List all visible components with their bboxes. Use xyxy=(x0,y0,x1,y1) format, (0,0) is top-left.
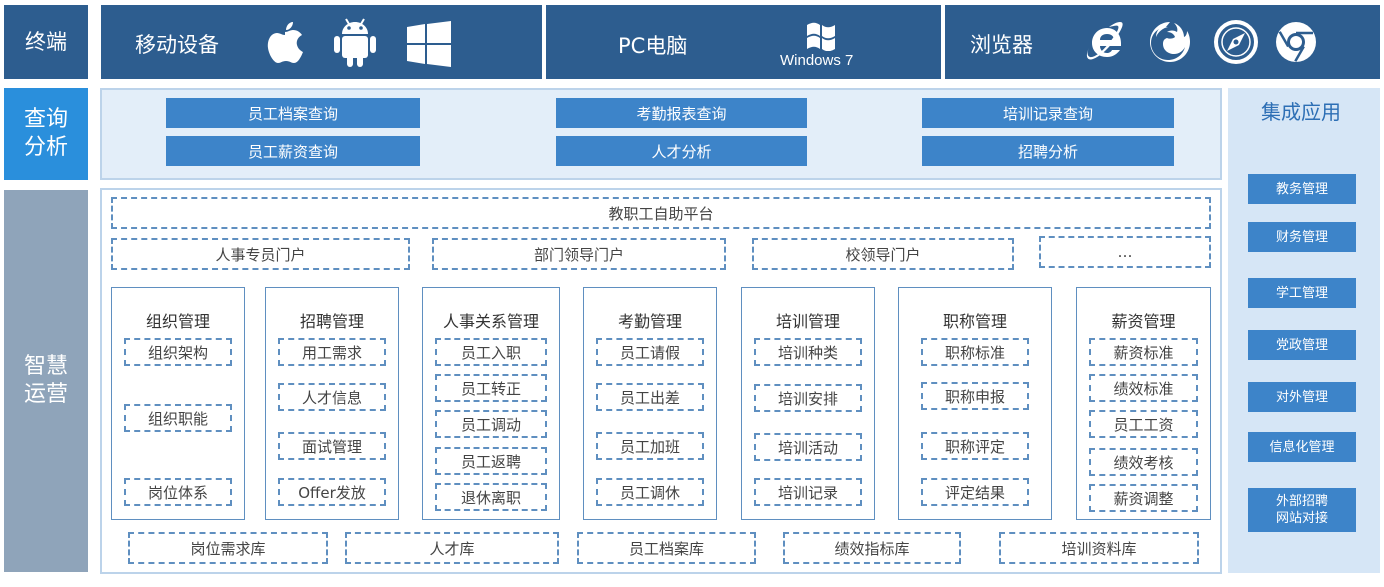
integration-it-management-button[interactable]: 信息化管理 xyxy=(1248,432,1356,462)
query-employee-archive-button[interactable]: 员工档案查询 xyxy=(166,98,420,128)
module-professional-title: 职称管理 职称标准 职称申报 职称评定 评定结果 xyxy=(898,287,1052,520)
module-item[interactable]: 面试管理 xyxy=(278,432,386,460)
module-item[interactable]: 绩效标准 xyxy=(1089,374,1198,402)
module-item[interactable]: 培训记录 xyxy=(754,478,862,506)
integration-title: 集成应用 xyxy=(1261,100,1341,124)
mobile-label: 移动设备 xyxy=(135,33,219,57)
module-item[interactable]: Offer发放 xyxy=(278,478,386,506)
module-item[interactable]: 员工调休 xyxy=(596,478,704,506)
portal-more[interactable]: … xyxy=(1039,236,1211,268)
integration-academic-affairs-button[interactable]: 教务管理 xyxy=(1248,174,1356,204)
query-label: 查询 分析 xyxy=(4,88,88,180)
module-item[interactable]: 人才信息 xyxy=(278,383,386,411)
module-title: 薪资管理 xyxy=(1111,312,1176,331)
module-item[interactable]: 员工工资 xyxy=(1089,410,1198,438)
module-training: 培训管理 培训种类 培训安排 培训活动 培训记录 xyxy=(741,287,875,520)
query-recruitment-analysis-button[interactable]: 招聘分析 xyxy=(922,136,1174,166)
module-item[interactable]: 薪资调整 xyxy=(1089,484,1198,512)
portal-department-leader[interactable]: 部门领导门户 xyxy=(432,238,726,270)
library-job-requirements[interactable]: 岗位需求库 xyxy=(128,532,328,564)
module-item[interactable]: 员工转正 xyxy=(435,374,547,402)
module-item[interactable]: 组织职能 xyxy=(124,404,232,432)
module-recruitment: 招聘管理 用工需求 人才信息 面试管理 Offer发放 xyxy=(265,287,399,520)
module-personnel-relations: 人事关系管理 员工入职 员工转正 员工调动 员工返聘 退休离职 xyxy=(422,287,560,520)
windows7-logo-icon xyxy=(807,22,835,51)
windows7-logo-text: Windows 7 xyxy=(780,52,854,69)
integration-external-affairs-button[interactable]: 对外管理 xyxy=(1248,382,1356,412)
module-title: 考勤管理 xyxy=(617,312,682,331)
ie-icon xyxy=(1086,22,1123,60)
module-item[interactable]: 员工入职 xyxy=(435,338,547,366)
terminal-label-text: 终端 xyxy=(25,30,67,54)
integration-student-affairs-button[interactable]: 学工管理 xyxy=(1248,278,1356,308)
module-item[interactable]: 薪资标准 xyxy=(1089,338,1198,366)
operations-label-line1: 智慧 xyxy=(23,354,68,379)
query-talent-analysis-button[interactable]: 人才分析 xyxy=(556,136,807,166)
query-label-line1: 查询 xyxy=(23,107,68,132)
module-attendance: 考勤管理 员工请假 员工出差 员工加班 员工调休 xyxy=(583,287,717,520)
query-employee-salary-button[interactable]: 员工薪资查询 xyxy=(166,136,420,166)
pc-label: PC电脑 xyxy=(618,34,688,58)
android-icon xyxy=(334,18,376,67)
module-item[interactable]: 职称申报 xyxy=(921,382,1029,410)
module-item[interactable]: 用工需求 xyxy=(278,338,386,366)
module-item[interactable]: 退休离职 xyxy=(435,483,547,511)
module-item[interactable]: 岗位体系 xyxy=(124,478,232,506)
module-item[interactable]: 员工出差 xyxy=(596,383,704,411)
module-item[interactable]: 组织架构 xyxy=(124,338,232,366)
browser-panel: 浏览器 xyxy=(945,5,1380,79)
operations-label-line2: 运营 xyxy=(23,382,68,407)
mobile-devices-panel: 移动设备 xyxy=(101,5,542,79)
module-organization: 组织管理 组织架构 组织职能 岗位体系 xyxy=(111,287,245,520)
library-employee-archive[interactable]: 员工档案库 xyxy=(577,532,756,564)
portal-school-leader[interactable]: 校领导门户 xyxy=(752,238,1014,270)
module-title: 组织管理 xyxy=(145,312,210,331)
query-attendance-report-button[interactable]: 考勤报表查询 xyxy=(556,98,807,128)
terminal-label: 终端 xyxy=(4,5,88,79)
portal-hr-specialist[interactable]: 人事专员门户 xyxy=(111,238,410,270)
library-talent[interactable]: 人才库 xyxy=(345,532,559,564)
module-item[interactable]: 培训活动 xyxy=(754,433,862,461)
integration-finance-button[interactable]: 财务管理 xyxy=(1248,222,1356,252)
chrome-icon xyxy=(1276,22,1316,62)
module-title: 人事关系管理 xyxy=(442,312,539,331)
module-title: 培训管理 xyxy=(775,312,840,331)
module-salary: 薪资管理 薪资标准 绩效标准 员工工资 绩效考核 薪资调整 xyxy=(1076,287,1211,520)
module-item[interactable]: 员工调动 xyxy=(435,410,547,438)
module-item[interactable]: 培训安排 xyxy=(754,384,862,412)
windows-icon xyxy=(407,21,451,67)
module-item[interactable]: 职称评定 xyxy=(921,432,1029,460)
safari-icon xyxy=(1214,20,1258,64)
module-item[interactable]: 员工返聘 xyxy=(435,447,547,475)
module-item[interactable]: 培训种类 xyxy=(754,338,862,366)
browser-label: 浏览器 xyxy=(970,33,1033,57)
integration-external-recruitment-button[interactable]: 外部招聘 网站对接 xyxy=(1248,488,1356,532)
query-label-line2: 分析 xyxy=(23,135,68,160)
module-item[interactable]: 员工请假 xyxy=(596,338,704,366)
module-item[interactable]: 员工加班 xyxy=(596,432,704,460)
module-item[interactable]: 职称标准 xyxy=(921,338,1029,366)
operations-label: 智慧 运营 xyxy=(4,190,88,572)
library-training-materials[interactable]: 培训资料库 xyxy=(999,532,1199,564)
pc-panel: PC电脑 Windows 7 xyxy=(546,5,941,79)
firefox-icon xyxy=(1150,22,1190,62)
apple-icon xyxy=(267,22,303,63)
module-title: 招聘管理 xyxy=(299,312,364,331)
library-performance-indicators[interactable]: 绩效指标库 xyxy=(783,532,961,564)
staff-self-service-platform[interactable]: 教职工自助平台 xyxy=(111,197,1211,229)
integration-party-admin-button[interactable]: 党政管理 xyxy=(1248,330,1356,360)
query-training-record-button[interactable]: 培训记录查询 xyxy=(922,98,1174,128)
module-item[interactable]: 绩效考核 xyxy=(1089,448,1198,476)
module-title: 职称管理 xyxy=(942,312,1007,331)
module-item[interactable]: 评定结果 xyxy=(921,478,1029,506)
